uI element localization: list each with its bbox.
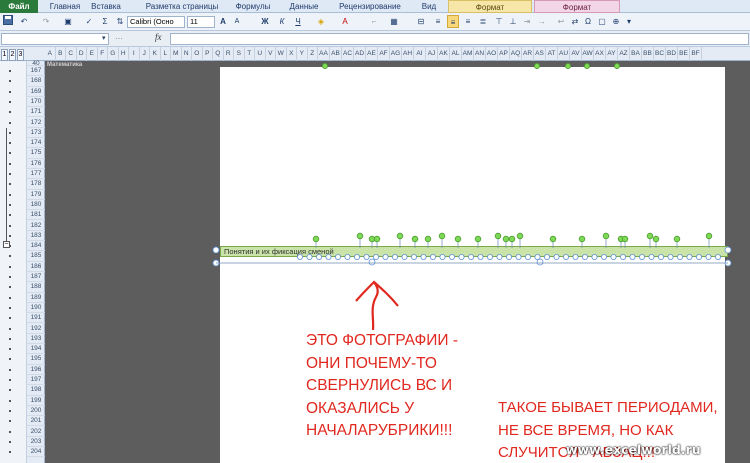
annotation-right-line: НЕ ВСЕ ВРЕМЯ, НО КАК [498,421,674,439]
annotation-right-line: ТАКОЕ БЫВАЕТ ПЕРИОДАМИ, [498,399,718,416]
excel-window: Файл Главная Вставка Разметка страницы Ф… [0,0,750,463]
annotation-left: ЭТО ФОТОГРАФИИ - ОНИ ПОЧЕМУ-ТО СВЕРНУЛИС… [306,330,458,443]
annotation-left-line: НАЧАЛАРУБРИКИ!!! [306,422,453,439]
annotation-left-line: ЭТО ФОТОГРАФИИ - [306,332,458,349]
watermark: www.excelworld.ru [566,442,701,457]
annotation-left-line: СВЕРНУЛИСЬ ВС И [306,377,453,394]
annotation-left-line: ОНИ ПОЧЕМУ-ТО [306,354,437,372]
annotation-left-line: ОКАЗАЛИСЬ У [306,399,415,417]
